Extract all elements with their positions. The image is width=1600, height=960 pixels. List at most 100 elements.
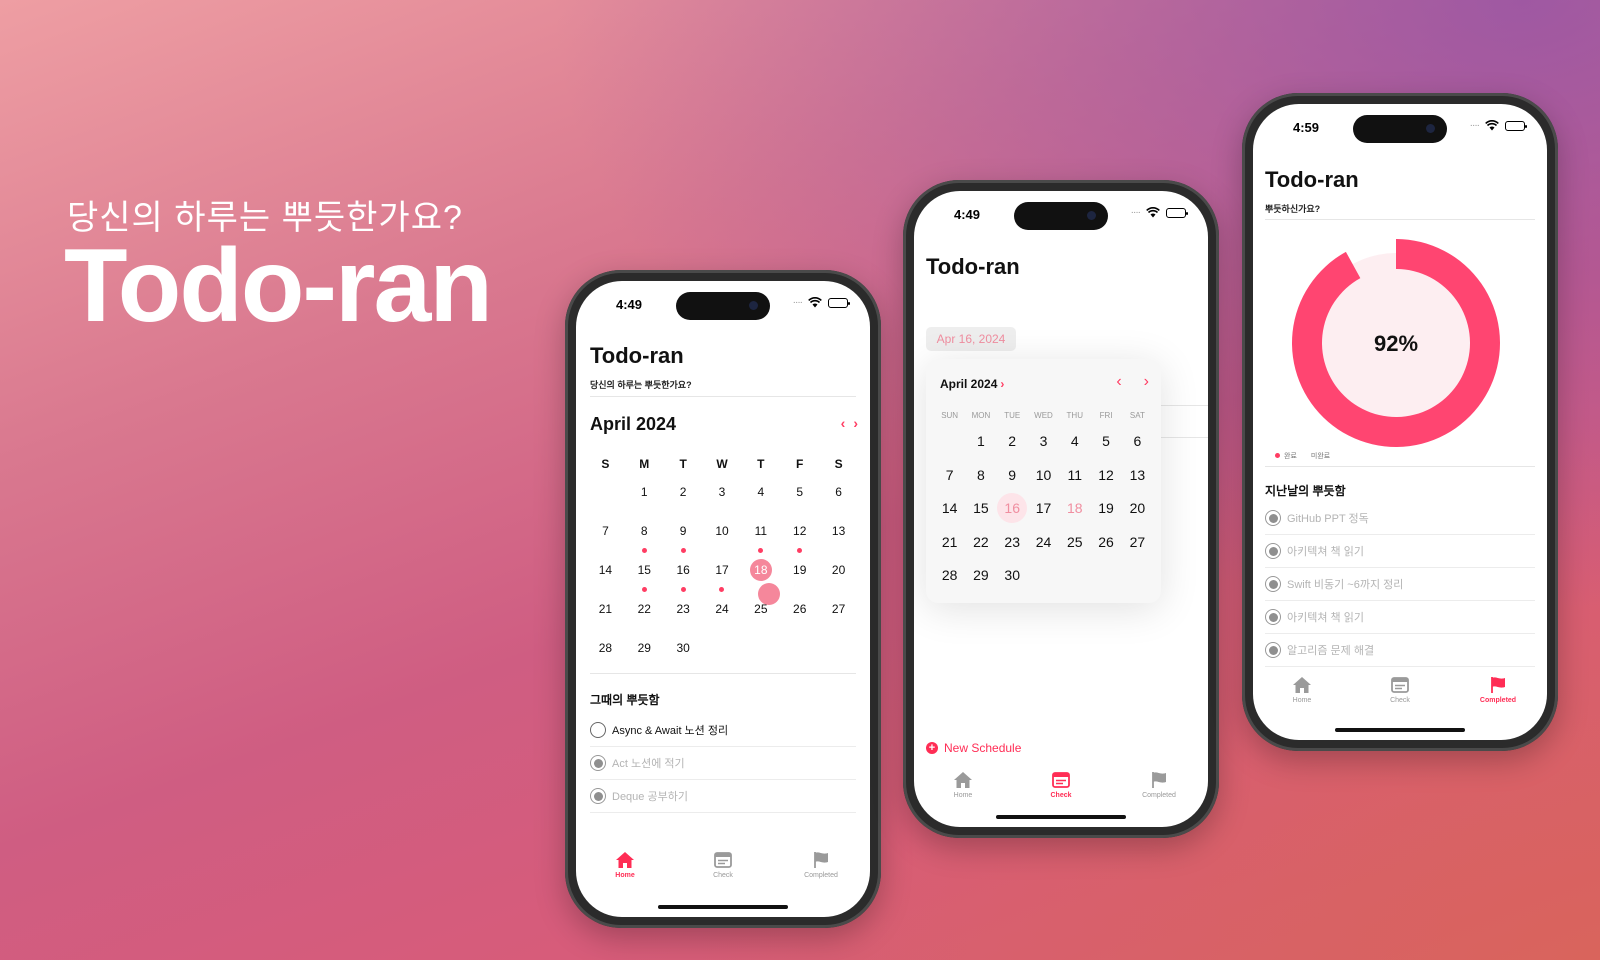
checked-circle-icon[interactable] <box>1265 576 1281 592</box>
calendar-day[interactable]: 5 <box>780 477 819 516</box>
calendar-month-title[interactable]: April 2024 <box>590 414 676 435</box>
calendar-day[interactable]: 4 <box>1059 425 1090 459</box>
calendar-day[interactable]: 22 <box>625 594 664 633</box>
calendar-day[interactable]: 26 <box>1090 526 1121 560</box>
calendar-day[interactable]: 29 <box>965 559 996 593</box>
calendar-day[interactable]: 9 <box>664 516 703 555</box>
task-row[interactable]: Act 노션에 적기 <box>590 747 856 780</box>
calendar-day[interactable]: 29 <box>625 633 664 672</box>
tab-completed[interactable]: Completed <box>781 851 861 879</box>
calendar-day[interactable]: 10 <box>703 516 742 555</box>
calendar-day[interactable]: 21 <box>934 526 965 560</box>
tab-home[interactable]: Home <box>1262 676 1342 704</box>
calendar-day[interactable]: 23 <box>664 594 703 633</box>
calendar-day[interactable]: 16 <box>664 555 703 594</box>
tab-completed[interactable]: Completed <box>1119 771 1199 799</box>
calendar-day[interactable]: 15 <box>625 555 664 594</box>
day-number: 19 <box>793 563 807 577</box>
calendar-day[interactable]: 6 <box>1122 425 1153 459</box>
chevron-left-icon[interactable]: ‹ <box>1116 373 1121 391</box>
calendar-day[interactable]: 15 <box>965 492 996 526</box>
chevron-right-icon[interactable]: › <box>853 415 858 431</box>
task-row[interactable]: 아키텍쳐 책 읽기 <box>1265 535 1535 568</box>
new-schedule-label: New Schedule <box>944 741 1022 755</box>
calendar-day[interactable]: 23 <box>997 526 1028 560</box>
task-label: 알고리즘 문제 해결 <box>1287 645 1375 657</box>
calendar-day[interactable]: 16 <box>997 492 1028 526</box>
calendar-day[interactable]: 21 <box>586 594 625 633</box>
calendar-day[interactable]: 13 <box>819 516 858 555</box>
calendar-day[interactable]: 12 <box>1090 459 1121 493</box>
task-row[interactable]: Swift 비동기 ~6까지 정리 <box>1265 568 1535 601</box>
popover-month-title[interactable]: April 2024 › <box>940 377 1004 391</box>
calendar-day[interactable]: 24 <box>1028 526 1059 560</box>
calendar-day[interactable]: 30 <box>664 633 703 672</box>
calendar-day[interactable]: 22 <box>965 526 996 560</box>
checked-circle-icon[interactable] <box>1265 609 1281 625</box>
task-row[interactable]: Async & Await 노션 정리 <box>590 714 856 747</box>
task-row[interactable]: 아키텍쳐 책 읽기 <box>1265 601 1535 634</box>
calendar-day[interactable]: 1 <box>965 425 996 459</box>
calendar-day[interactable]: 19 <box>780 555 819 594</box>
calendar-day[interactable]: 28 <box>934 559 965 593</box>
checked-circle-icon[interactable] <box>1265 543 1281 559</box>
calendar-day[interactable]: 26 <box>780 594 819 633</box>
calendar-day[interactable]: 8 <box>965 459 996 493</box>
date-picker-chip[interactable]: Apr 16, 2024 <box>926 327 1016 351</box>
tab-check[interactable]: Check <box>683 851 763 879</box>
checked-circle-icon[interactable] <box>590 755 606 771</box>
calendar-day[interactable]: 2 <box>664 477 703 516</box>
calendar-day[interactable]: 3 <box>703 477 742 516</box>
empty-circle-icon[interactable] <box>590 722 606 738</box>
tab-check[interactable]: Check <box>1360 676 1440 704</box>
calendar-day[interactable]: 30 <box>997 559 1028 593</box>
calendar-day[interactable]: 2 <box>997 425 1028 459</box>
tab-completed[interactable]: Completed <box>1458 676 1538 704</box>
calendar-day[interactable]: 9 <box>997 459 1028 493</box>
calendar-day[interactable]: 18 <box>1059 492 1090 526</box>
calendar-day[interactable]: 3 <box>1028 425 1059 459</box>
task-row[interactable]: GitHub PPT 정독 <box>1265 502 1535 535</box>
calendar-day[interactable]: 7 <box>934 459 965 493</box>
checked-circle-icon[interactable] <box>590 788 606 804</box>
calendar-day[interactable]: 17 <box>1028 492 1059 526</box>
calendar-day[interactable]: 19 <box>1090 492 1121 526</box>
day-number: 8 <box>640 524 648 538</box>
calendar-day[interactable]: 17 <box>703 555 742 594</box>
task-row[interactable]: 알고리즘 문제 해결 <box>1265 634 1535 667</box>
status-icons: ···· <box>793 297 850 308</box>
calendar-day[interactable]: 25 <box>1059 526 1090 560</box>
calendar-day[interactable]: 10 <box>1028 459 1059 493</box>
calendar-day[interactable]: 24 <box>703 594 742 633</box>
new-schedule-button[interactable]: + New Schedule <box>926 741 1021 755</box>
chevron-left-icon[interactable]: ‹ <box>841 415 846 431</box>
tab-check[interactable]: Check <box>1021 771 1101 799</box>
calendar-day[interactable]: 28 <box>586 633 625 672</box>
divider <box>1154 405 1208 406</box>
calendar-day[interactable]: 20 <box>1122 492 1153 526</box>
calendar-day[interactable]: 12 <box>780 516 819 555</box>
calendar-day[interactable]: 11 <box>1059 459 1090 493</box>
calendar-day[interactable]: 18 <box>741 555 781 605</box>
checked-circle-icon[interactable] <box>1265 642 1281 658</box>
calendar-day[interactable]: 5 <box>1090 425 1121 459</box>
calendar-day[interactable]: 14 <box>586 555 625 594</box>
calendar-day[interactable]: 6 <box>819 477 858 516</box>
tab-home[interactable]: Home <box>923 771 1003 799</box>
calendar-day[interactable]: 4 <box>741 477 780 516</box>
calendar-day[interactable]: 1 <box>625 477 664 516</box>
checked-circle-icon[interactable] <box>1265 510 1281 526</box>
calendar-day[interactable]: 27 <box>1122 526 1153 560</box>
day-number: 4 <box>757 485 765 499</box>
calendar-day[interactable]: 13 <box>1122 459 1153 493</box>
calendar-day[interactable]: 27 <box>819 594 858 633</box>
calendar-day[interactable]: 20 <box>819 555 858 594</box>
chevron-right-icon[interactable]: › <box>1144 373 1149 391</box>
tab-home[interactable]: Home <box>585 851 665 879</box>
task-row[interactable]: Deque 공부하기 <box>590 780 856 813</box>
calendar-day[interactable]: 25 <box>741 594 780 633</box>
calendar-day[interactable]: 7 <box>586 516 625 555</box>
calendar-day[interactable]: 8 <box>625 516 664 555</box>
calendar-day[interactable]: 11 <box>741 516 780 555</box>
calendar-day[interactable]: 14 <box>934 492 965 526</box>
